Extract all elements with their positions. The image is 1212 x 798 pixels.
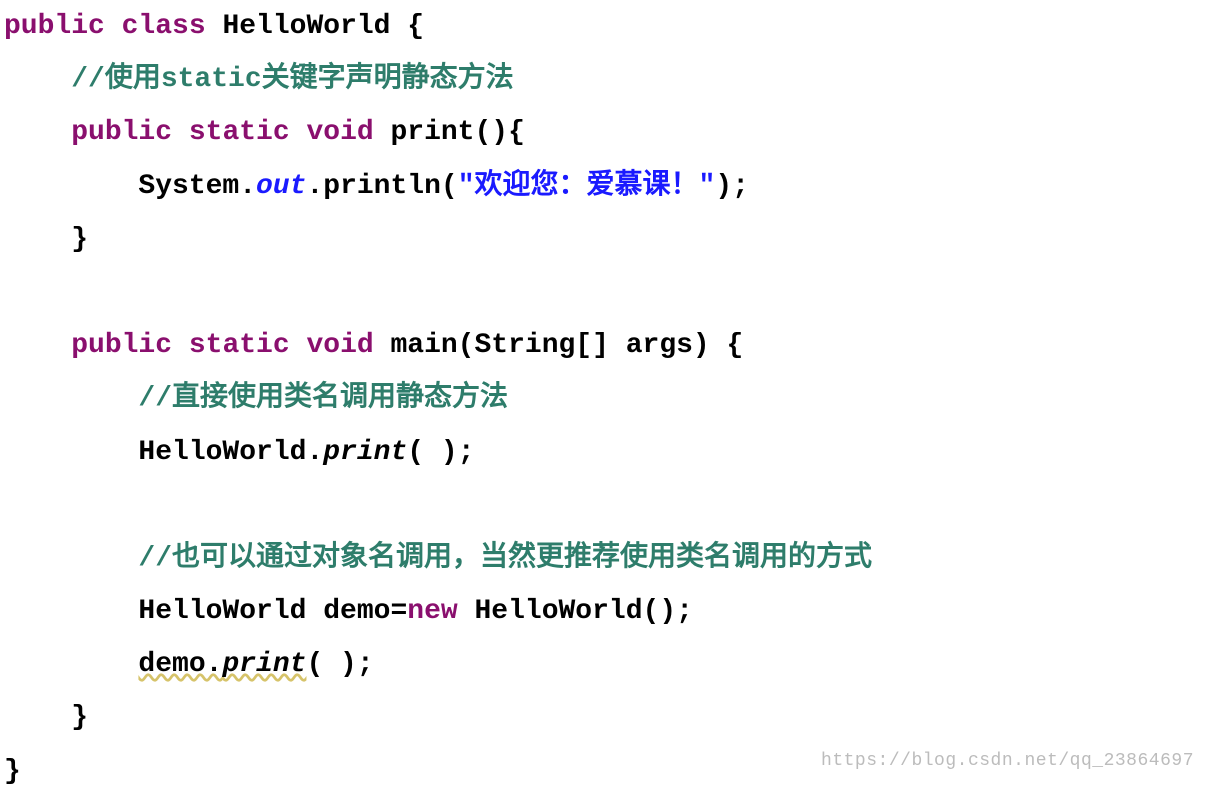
keyword: public static void — [71, 117, 373, 148]
method-name: main(String[] args) { — [374, 330, 744, 361]
code-text: demo. — [138, 649, 222, 680]
method-call: print — [323, 437, 407, 468]
comment-line: //直接使用类名调用静态方法 — [138, 383, 508, 414]
keyword: public class — [4, 11, 206, 42]
method-name: print(){ — [374, 117, 525, 148]
code-text: ( ); — [407, 437, 474, 468]
method-call: print — [222, 649, 306, 680]
code-text: .println( — [306, 171, 457, 202]
code-text: HelloWorld demo= — [138, 596, 407, 627]
comment-line: //也可以通过对象名调用，当然更推荐使用类名调用的方式 — [138, 543, 872, 574]
brace: } — [4, 756, 21, 787]
watermark-text: https://blog.csdn.net/qq_23864697 — [821, 744, 1194, 778]
keyword: public static void — [71, 330, 373, 361]
code-text: System. — [138, 171, 256, 202]
class-name: HelloWorld { — [206, 11, 424, 42]
brace: } — [71, 702, 88, 733]
comment-line: //使用static关键字声明静态方法 — [71, 64, 513, 95]
code-text: ); — [715, 171, 749, 202]
code-text: ( ); — [306, 649, 373, 680]
code-snippet: public class HelloWorld { //使用static关键字声… — [0, 0, 1212, 798]
keyword: new — [407, 596, 457, 627]
code-text: HelloWorld. — [138, 437, 323, 468]
brace: } — [71, 224, 88, 255]
string-literal: "欢迎您：爱慕课！" — [458, 171, 716, 202]
field-ref: out — [256, 171, 306, 202]
code-text: HelloWorld(); — [458, 596, 693, 627]
